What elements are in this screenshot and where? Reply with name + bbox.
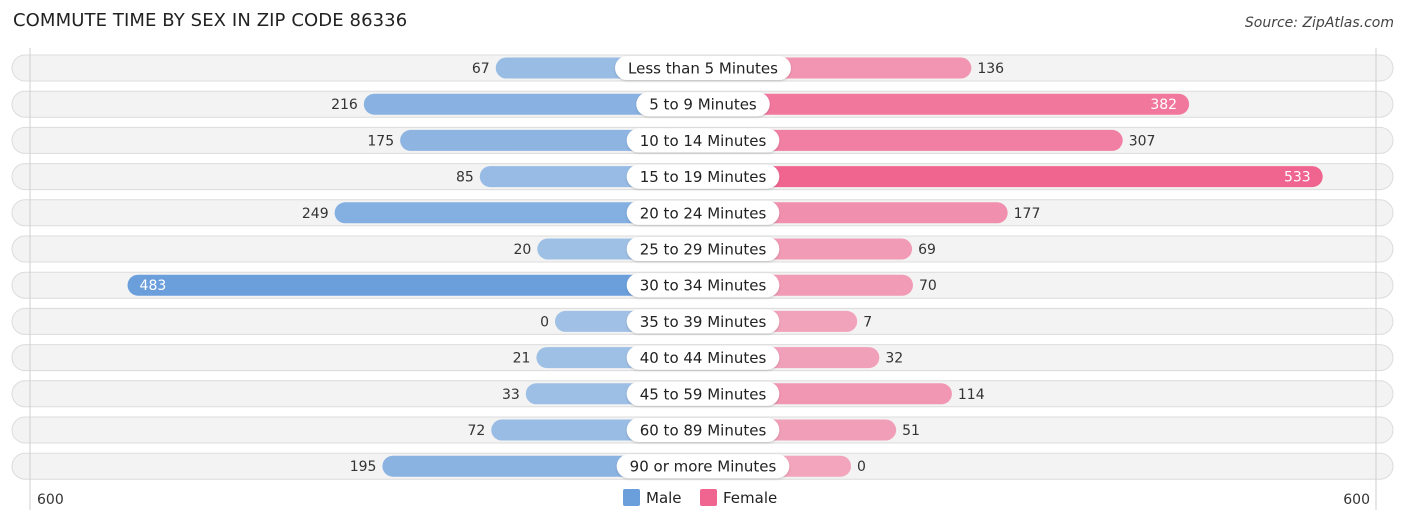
value-label-female: 32 <box>885 351 903 367</box>
category-label: 20 to 24 Minutes <box>640 204 767 222</box>
value-label-male: 33 <box>502 387 520 403</box>
category-label: Less than 5 Minutes <box>628 60 778 78</box>
value-label-male: 67 <box>472 61 490 77</box>
value-label-male: 72 <box>467 423 485 439</box>
value-label-male: 20 <box>513 242 531 258</box>
value-label-female: 7 <box>863 314 872 330</box>
value-label-female: 51 <box>902 423 920 439</box>
axis-label-right: 600 <box>1343 492 1370 508</box>
legend-swatch-male <box>623 489 640 506</box>
value-label-female: 70 <box>919 278 937 294</box>
value-label-male: 249 <box>302 206 329 222</box>
category-label: 90 or more Minutes <box>630 458 777 476</box>
category-label: 45 to 59 Minutes <box>640 385 767 403</box>
value-label-female: 0 <box>857 459 866 475</box>
category-label: 35 to 39 Minutes <box>640 313 767 331</box>
category-label: 10 to 14 Minutes <box>640 132 767 150</box>
value-label-male: 216 <box>331 97 358 113</box>
legend-swatch-female <box>700 489 717 506</box>
value-label-female: 533 <box>1284 170 1311 186</box>
category-label: 15 to 19 Minutes <box>640 168 767 186</box>
value-label-male: 85 <box>456 170 474 186</box>
value-label-female: 136 <box>977 61 1004 77</box>
axis-label-left: 600 <box>37 492 64 508</box>
category-label: 25 to 29 Minutes <box>640 241 767 259</box>
legend-label-male: Male <box>646 489 682 507</box>
value-label-male: 175 <box>367 133 394 149</box>
category-label: 30 to 34 Minutes <box>640 277 767 295</box>
category-label: 5 to 9 Minutes <box>649 96 757 114</box>
value-label-female: 114 <box>958 387 985 403</box>
value-label-male: 483 <box>140 278 167 294</box>
value-label-female: 307 <box>1129 133 1156 149</box>
legend-label-female: Female <box>723 489 777 507</box>
category-label: 40 to 44 Minutes <box>640 349 767 367</box>
bar-female <box>703 166 1323 188</box>
value-label-female: 69 <box>918 242 936 258</box>
value-label-male: 0 <box>540 314 549 330</box>
value-label-female: 382 <box>1150 97 1177 113</box>
bar-male <box>127 274 704 296</box>
bar-female <box>703 93 1190 115</box>
category-label: 60 to 89 Minutes <box>640 422 767 440</box>
legend: Male Female <box>623 489 777 507</box>
value-label-female: 177 <box>1014 206 1041 222</box>
chart-canvas: 67 136 Less than 5 Minutes 216 382 5 to 9 Min… <box>11 48 1394 510</box>
value-label-male: 21 <box>513 351 531 367</box>
value-label-male: 195 <box>350 459 377 475</box>
